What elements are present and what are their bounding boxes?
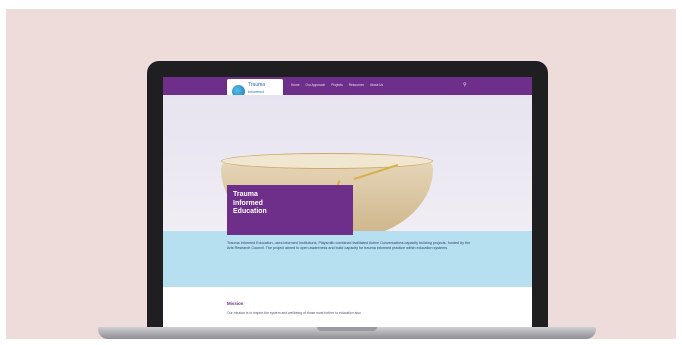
laptop-lid: Home Our Approach Projects Resources Abo… <box>147 61 548 337</box>
nav-item-home[interactable]: Home <box>291 83 300 88</box>
page-background: Home Our Approach Projects Resources Abo… <box>6 9 676 339</box>
mission-text: Our mission is to inspire the system and… <box>227 311 361 315</box>
mission-section: Mission Our mission is to inspire the sy… <box>163 287 532 331</box>
logo-text-line1: Trauma <box>248 82 266 88</box>
nav-item-about-us[interactable]: About Us <box>370 83 383 88</box>
site-navbar: Home Our Approach Projects Resources Abo… <box>163 77 532 95</box>
nav-item-projects[interactable]: Projects <box>331 83 343 88</box>
nav-item-our-approach[interactable]: Our Approach <box>306 83 326 88</box>
bowl-rim <box>221 153 433 169</box>
hero-title: Trauma Informed Education <box>233 191 267 216</box>
hero-title-box: Trauma Informed Education <box>227 185 353 235</box>
nav-item-resources[interactable]: Resources <box>349 83 364 88</box>
intro-band: Trauma Informed Education, uses informed… <box>163 231 532 287</box>
intro-text: Trauma Informed Education, uses informed… <box>227 241 471 250</box>
search-icon[interactable]: ⚲ <box>463 82 467 88</box>
nav-menu: Home Our Approach Projects Resources Abo… <box>291 83 383 88</box>
mission-heading: Mission <box>227 301 244 306</box>
laptop-notch <box>317 327 377 331</box>
laptop-screen: Home Our Approach Projects Resources Abo… <box>163 77 532 331</box>
